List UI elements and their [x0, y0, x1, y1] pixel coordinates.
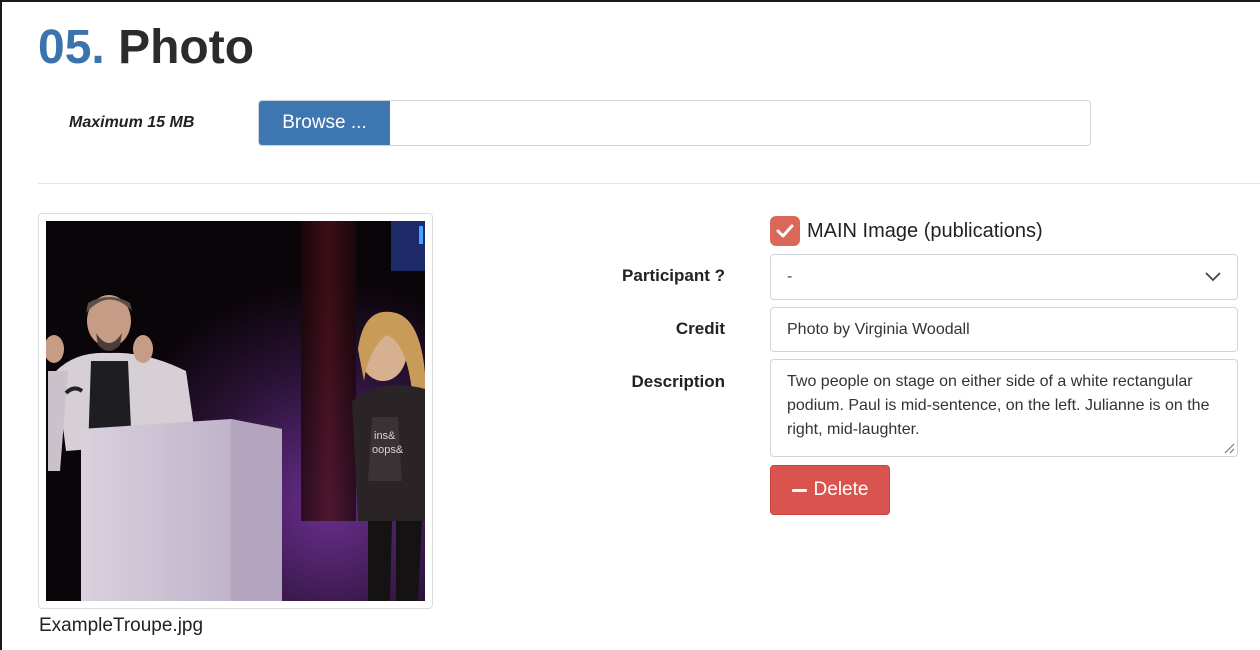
- participant-label: Participant ?: [622, 266, 725, 285]
- photo-thumbnail: ins& oops&: [38, 213, 433, 609]
- main-image-label: MAIN Image (publications): [807, 219, 1043, 242]
- chevron-down-icon: [1205, 272, 1221, 282]
- section-number: 05.: [38, 21, 105, 74]
- participant-select[interactable]: -: [770, 254, 1238, 300]
- section-title: Photo: [118, 21, 255, 74]
- main-image-checkbox[interactable]: MAIN Image (publications): [770, 216, 1043, 246]
- max-size-label: Maximum 15 MB: [69, 114, 195, 131]
- divider: [38, 183, 1260, 184]
- checkmark-icon[interactable]: [770, 216, 800, 246]
- browse-button[interactable]: Browse ...: [259, 101, 390, 145]
- stage-photo: ins& oops&: [46, 221, 425, 601]
- credit-label: Credit: [675, 319, 725, 338]
- photo-filename: ExampleTroupe.jpg: [39, 615, 204, 636]
- section-heading: 05. Photo: [38, 18, 254, 78]
- participant-value: -: [787, 268, 793, 285]
- delete-button[interactable]: Delete: [770, 465, 890, 515]
- file-upload-group: Browse ...: [258, 100, 1091, 146]
- file-name-field[interactable]: [390, 101, 1090, 145]
- delete-label: Delete: [813, 479, 869, 500]
- resize-handle-icon[interactable]: [1222, 441, 1235, 454]
- credit-input[interactable]: [770, 307, 1238, 352]
- svg-text:oops&: oops&: [372, 444, 404, 456]
- description-textarea[interactable]: Two people on stage on either side of a …: [770, 359, 1238, 457]
- minus-icon: [791, 488, 807, 492]
- description-label: Description: [631, 372, 725, 391]
- svg-text:ins&: ins&: [374, 430, 396, 442]
